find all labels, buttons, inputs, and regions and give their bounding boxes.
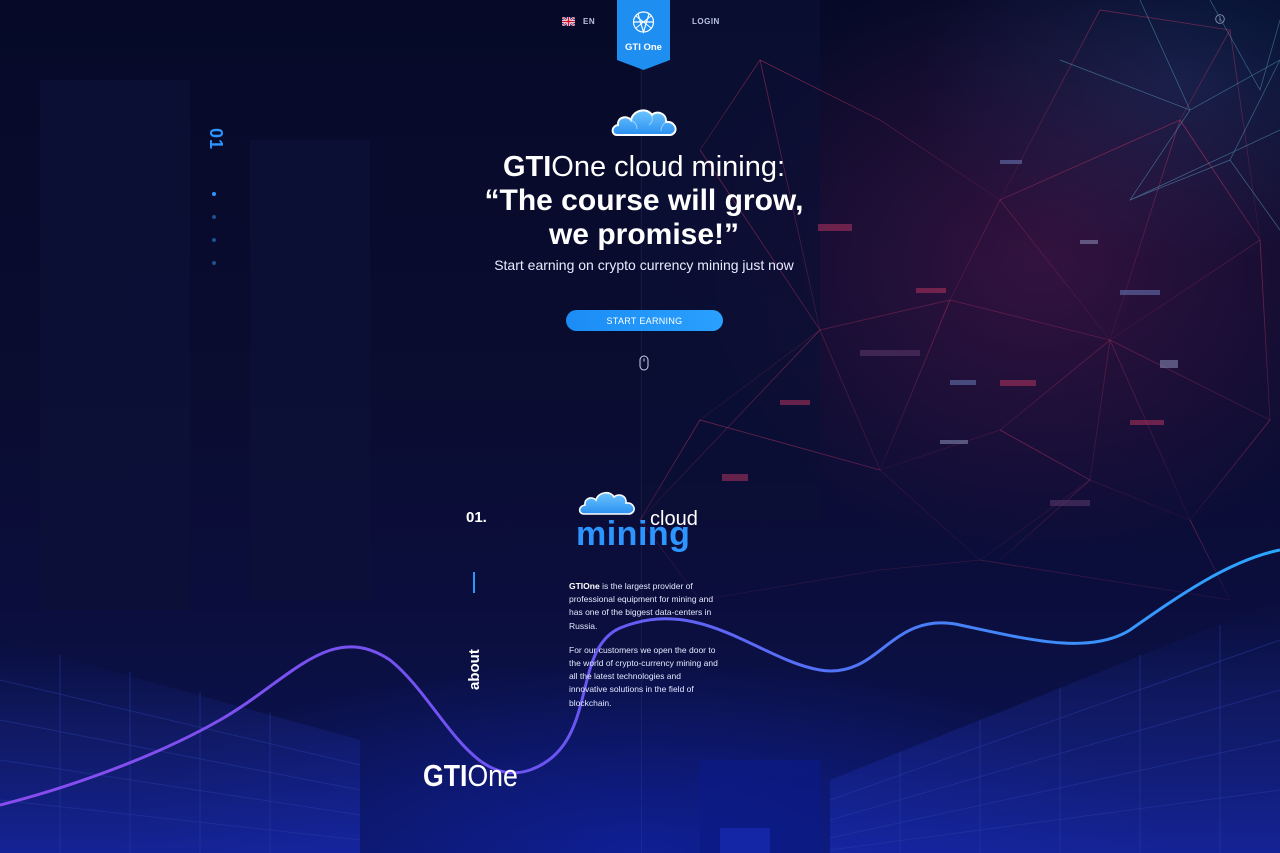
section-label: about <box>466 649 483 690</box>
logo-text: GTI One <box>625 42 662 53</box>
language-label: EN <box>583 17 596 26</box>
uk-flag-icon <box>562 17 575 26</box>
cloud-mining-logo: cloud mining <box>574 485 719 560</box>
site-logo[interactable]: GTI One <box>617 0 670 70</box>
slide-pagination <box>212 192 218 265</box>
hero-brand-gti: GTI <box>502 151 552 183</box>
info-icon[interactable] <box>1215 14 1225 24</box>
slide-dot-3[interactable] <box>212 238 216 242</box>
hero-title-line-2: “The course will grow, <box>484 184 804 217</box>
section-accent-bar <box>473 572 475 593</box>
footer-logo-gti: GTI <box>423 758 468 793</box>
logo-badge-shape <box>617 0 670 70</box>
slide-dot-2[interactable] <box>212 215 216 219</box>
about-brand-name: GTIOne <box>569 581 600 591</box>
hero-title: GTIOne cloud mining: “The course will gr… <box>380 150 908 252</box>
hero-title-line-3: we promise!” <box>548 218 740 251</box>
hero-title-rest: cloud mining: <box>606 151 786 183</box>
mouse-scroll-icon[interactable] <box>639 355 649 371</box>
about-paragraph-2: For our customers we open the door to th… <box>569 644 718 708</box>
mining-cloud-icon <box>578 491 635 515</box>
login-link[interactable]: LOGIN <box>692 17 720 26</box>
language-selector[interactable]: EN <box>562 17 595 26</box>
about-paragraph-1: GTIOne is the largest provider of profes… <box>569 580 721 633</box>
landing-page: EN GTI One LOGIN 01 GTIOne cloud mining:… <box>0 0 1280 853</box>
hero-brand-one: One <box>551 151 607 183</box>
footer-logo: GTIOne <box>423 758 518 794</box>
logo-word-mining: mining <box>576 515 691 553</box>
cloud-icon <box>611 109 677 136</box>
about-description: GTIOne is the largest provider of profes… <box>569 580 721 721</box>
network-lines-cyan <box>1059 0 1280 231</box>
section-number: 01. <box>466 509 487 526</box>
hero-title-line-1: GTIOne cloud mining: <box>380 150 908 184</box>
start-earning-button[interactable]: START EARNING <box>566 310 723 331</box>
hero-subtitle: Start earning on crypto currency mining … <box>494 257 794 273</box>
slide-dot-4[interactable] <box>212 261 216 265</box>
slide-dot-1[interactable] <box>212 192 216 196</box>
footer-logo-one: One <box>467 758 518 793</box>
slide-number: 01 <box>206 128 226 151</box>
